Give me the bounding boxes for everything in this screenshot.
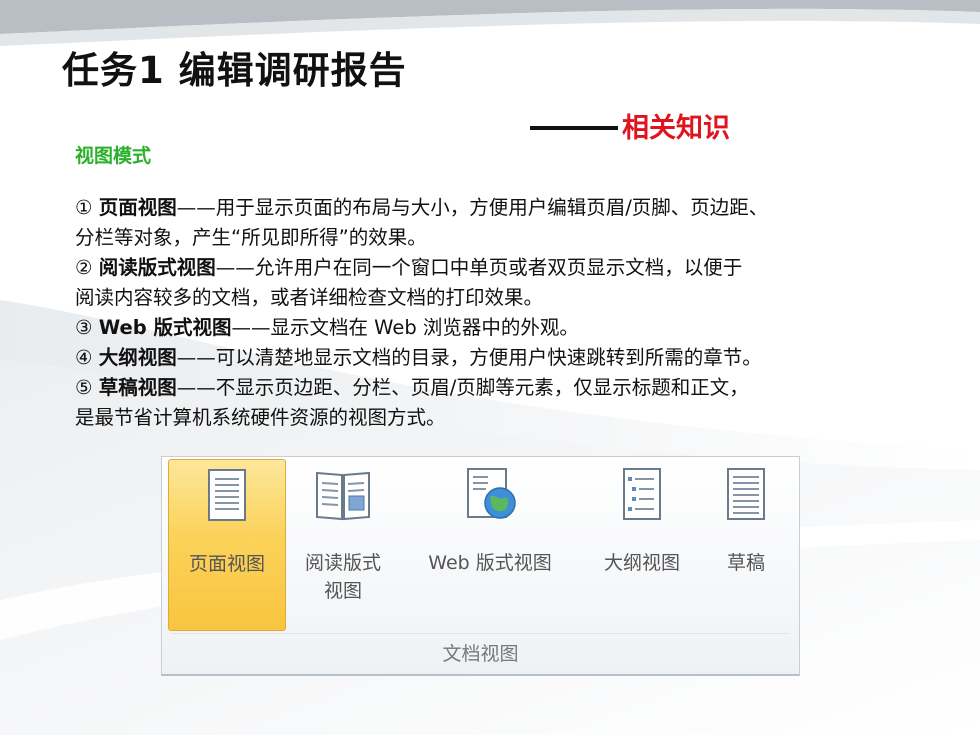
item-term: Web 版式视图 [98, 316, 232, 339]
draft-icon [727, 468, 765, 520]
group-divider [172, 633, 789, 634]
button-label: 大纲视图 [603, 552, 680, 574]
page-layout-icon [208, 469, 246, 521]
button-label: 草稿 [726, 552, 765, 574]
view-mode-list: ① 页面视图——用于显示页面的布局与大小，方便用户编辑页眉/页脚、页边距、 分栏… [75, 193, 970, 433]
item-text-cont: 是最节省计算机系统硬件资源的视图方式。 [75, 406, 446, 429]
item-text: ——允许用户在同一个窗口中单页或者双页显示文档，以便于 [215, 256, 743, 279]
button-label: 页面视图 [188, 553, 265, 575]
item-term: 页面视图 [98, 196, 177, 219]
document-views-ribbon: 页面视图 阅读版式 视图 Web 版式视图 大纲视图 草稿 文档视图 [161, 456, 800, 676]
button-label-line2: 视图 [323, 580, 362, 602]
item-marker: ⑤ [75, 376, 93, 399]
reading-layout-icon [316, 471, 370, 521]
reading-layout-button[interactable]: 阅读版式 视图 [288, 459, 398, 631]
button-label: Web 版式视图 [428, 552, 552, 574]
item-term: 大纲视图 [98, 346, 177, 369]
web-layout-icon [467, 468, 516, 519]
ribbon-group-label: 文档视图 [442, 643, 519, 665]
item-text: ——可以清楚地显示文档的目录，方便用户快速跳转到所需的章节。 [176, 346, 762, 369]
slide-title: 任务1 编辑调研报告 [62, 49, 407, 92]
web-layout-button[interactable]: Web 版式视图 [400, 459, 580, 631]
list-item: ③ Web 版式视图——显示文档在 Web 浏览器中的外观。 [75, 313, 970, 343]
item-text: ——用于显示页面的布局与大小，方便用户编辑页眉/页脚、页边距、 [176, 196, 769, 219]
item-marker: ② [75, 256, 93, 279]
list-item: ② 阅读版式视图——允许用户在同一个窗口中单页或者双页显示文档，以便于 阅读内容… [75, 253, 970, 313]
item-text-cont: 分栏等对象，产生“所见即所得”的效果。 [75, 226, 427, 249]
item-marker: ① [75, 196, 93, 219]
button-label: 阅读版式 [304, 552, 381, 574]
list-item: ⑤ 草稿视图——不显示页边距、分栏、页眉/页脚等元素，仅显示标题和正文， 是最节… [75, 373, 970, 433]
item-text-cont: 阅读内容较多的文档，或者详细检查文档的打印效果。 [75, 286, 544, 309]
item-marker: ③ [75, 316, 93, 339]
item-text: ——不显示页边距、分栏、页眉/页脚等元素，仅显示标题和正文， [176, 376, 749, 399]
section-heading: 视图模式 [75, 145, 152, 167]
page-layout-button[interactable]: 页面视图 [168, 459, 286, 631]
list-item: ① 页面视图——用于显示页面的布局与大小，方便用户编辑页眉/页脚、页边距、 分栏… [75, 193, 970, 253]
em-dash-decoration [530, 125, 618, 130]
item-marker: ④ [75, 346, 93, 369]
outline-icon [623, 468, 661, 520]
slide-subtitle: 相关知识 [530, 106, 730, 145]
outline-button[interactable]: 大纲视图 [586, 459, 698, 631]
item-term: 阅读版式视图 [98, 256, 216, 279]
subtitle-text: 相关知识 [622, 113, 730, 144]
item-text: ——显示文档在 Web 浏览器中的外观。 [231, 316, 579, 339]
item-term: 草稿视图 [98, 376, 177, 399]
draft-button[interactable]: 草稿 [700, 459, 792, 631]
list-item: ④ 大纲视图——可以清楚地显示文档的目录，方便用户快速跳转到所需的章节。 [75, 343, 970, 373]
